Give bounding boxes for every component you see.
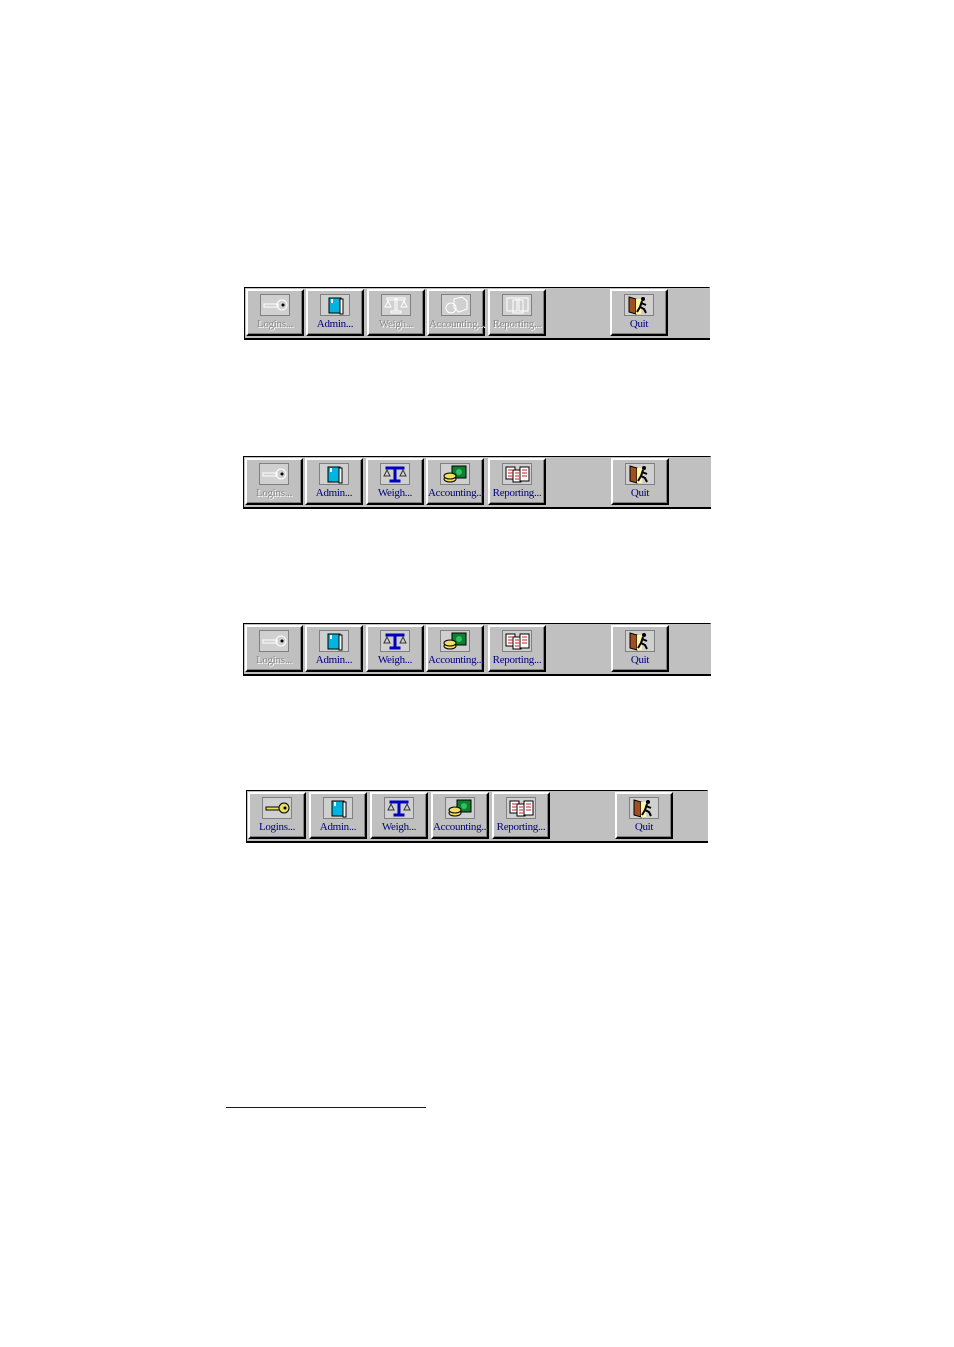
key-icon [262,797,292,819]
scale-icon [380,630,410,652]
reporting-label: Reporting... [492,487,542,499]
quit-label: Quit [630,487,650,499]
exit-door-icon [625,630,655,652]
accounting-label: Accounting... [428,654,484,666]
accounting-label: Accounting... [433,821,489,833]
book-icon [319,630,349,652]
key-icon [259,463,289,485]
admin-label: Admin... [316,318,354,330]
money-icon [440,630,470,652]
logins-label: Logins... [256,318,294,330]
logins-button[interactable]: Logins... [248,792,306,839]
key-icon [259,630,289,652]
exit-door-icon [629,797,659,819]
logins-label: Logins... [255,487,293,499]
admin-label: Admin... [315,654,353,666]
reporting-label: Reporting... [492,318,542,330]
reporting-button[interactable]: Reporting... [488,458,546,505]
exit-door-icon [625,463,655,485]
admin-button[interactable]: Admin... [306,289,364,336]
accounting-button[interactable]: Accounting... [426,458,484,505]
weigh-button[interactable]: Weigh... [366,458,424,505]
money-icon [440,463,470,485]
admin-label: Admin... [315,487,353,499]
weigh-button[interactable]: Weigh... [370,792,428,839]
weigh-button[interactable]: Weigh... [366,625,424,672]
weigh-label: Weigh... [377,487,413,499]
main-toolbar: Logins... Admin... Weigh... Accounting... Re… [243,456,711,509]
logins-label: Logins... [258,821,296,833]
quit-button[interactable]: Quit [611,458,669,505]
book-icon [323,797,353,819]
logins-label: Logins... [255,654,293,666]
scale-icon [380,463,410,485]
logins-button: Logins... [246,289,304,336]
reporting-button[interactable]: Reporting... [492,792,550,839]
accounting-button: Accounting... [427,289,485,336]
logins-button: Logins... [245,625,303,672]
scale-icon [381,294,411,316]
admin-button[interactable]: Admin... [305,625,363,672]
main-toolbar: Logins... Admin... Weigh... Accounting... Re… [246,790,708,843]
accounting-button[interactable]: Accounting... [431,792,489,839]
report-icon [502,463,532,485]
scale-icon [384,797,414,819]
money-icon [445,797,475,819]
quit-button[interactable]: Quit [610,289,668,336]
logins-button: Logins... [245,458,303,505]
weigh-label: Weigh... [378,318,414,330]
quit-label: Quit [630,654,650,666]
book-icon [320,294,350,316]
admin-label: Admin... [319,821,357,833]
report-icon [502,630,532,652]
admin-button[interactable]: Admin... [309,792,367,839]
money-icon [441,294,471,316]
reporting-label: Reporting... [492,654,542,666]
quit-button[interactable]: Quit [611,625,669,672]
exit-door-icon [624,294,654,316]
quit-button[interactable]: Quit [615,792,673,839]
accounting-label: Accounting... [429,318,485,330]
report-icon [502,294,532,316]
book-icon [319,463,349,485]
accounting-label: Accounting... [428,487,484,499]
report-icon [506,797,536,819]
admin-button[interactable]: Admin... [305,458,363,505]
quit-label: Quit [629,318,649,330]
reporting-button: Reporting... [488,289,546,336]
footnote-rule [226,1107,426,1108]
weigh-button: Weigh... [367,289,425,336]
weigh-label: Weigh... [377,654,413,666]
reporting-label: Reporting... [496,821,546,833]
quit-label: Quit [634,821,654,833]
accounting-button[interactable]: Accounting... [426,625,484,672]
main-toolbar: Logins... Admin... Weigh... Accounting... Re… [244,287,710,340]
key-icon [260,294,290,316]
main-toolbar: Logins... Admin... Weigh... Accounting... Re… [243,623,711,676]
weigh-label: Weigh... [381,821,417,833]
reporting-button[interactable]: Reporting... [488,625,546,672]
